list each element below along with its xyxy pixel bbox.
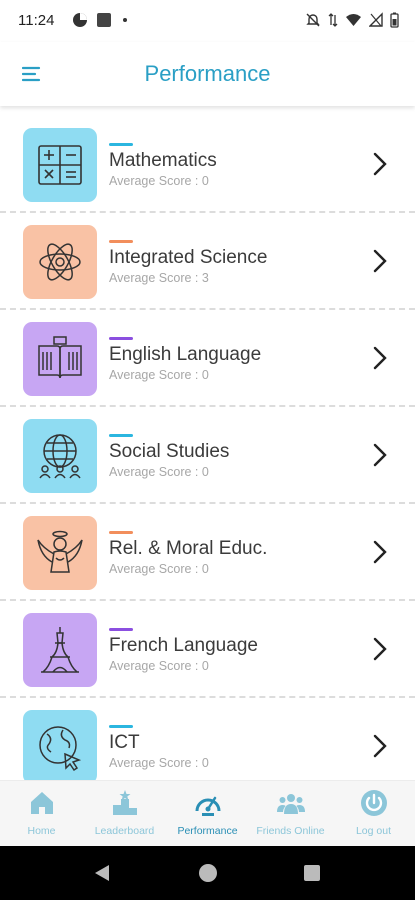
accent-bar — [109, 337, 133, 340]
subject-row-integrated-science[interactable]: Integrated Science Average Score : 3 — [0, 213, 415, 310]
angel-icon — [37, 530, 83, 573]
chevron-right-icon[interactable] — [373, 249, 387, 273]
status-time: 11:24 — [18, 12, 55, 29]
subject-row-ict[interactable]: ICT Average Score : 0 — [0, 698, 415, 780]
subject-row-mathematics[interactable]: Mathematics Average Score : 0 — [0, 116, 415, 213]
chevron-right-icon[interactable] — [373, 540, 387, 564]
power-icon — [360, 790, 387, 816]
nav-label: Friends Online — [256, 825, 325, 837]
subject-row-english-language[interactable]: English Language Average Score : 0 — [0, 310, 415, 407]
nav-home[interactable]: Home — [0, 781, 83, 846]
data-arrows-icon — [328, 13, 338, 27]
subject-score: Average Score : 3 — [109, 271, 209, 285]
home-icon — [30, 792, 53, 814]
subject-name: English Language — [109, 344, 262, 365]
subject-name: Integrated Science — [109, 247, 268, 268]
subject-name: Rel. & Moral Educ. — [109, 538, 268, 559]
page-title: Performance — [144, 61, 271, 86]
back-icon[interactable] — [94, 864, 110, 882]
subject-tile — [23, 128, 97, 202]
chevron-right-icon[interactable] — [373, 637, 387, 661]
signal-icon — [369, 12, 383, 27]
subject-tile — [23, 613, 97, 687]
subject-tile — [23, 710, 97, 780]
app-bar: Performance — [0, 42, 415, 106]
accent-bar — [109, 240, 133, 243]
atom-icon — [39, 243, 81, 281]
accent-bar — [109, 434, 133, 437]
subject-score: Average Score : 0 — [109, 465, 209, 479]
nav-leaderboard[interactable]: Leaderboard — [83, 781, 166, 846]
accent-bar — [109, 725, 133, 728]
subject-tile — [23, 225, 97, 299]
subject-row-social-studies[interactable]: Social Studies Average Score : 0 — [0, 407, 415, 504]
nav-performance[interactable]: Performance — [166, 781, 249, 846]
chevron-right-icon[interactable] — [373, 152, 387, 176]
friends-icon — [276, 794, 305, 814]
system-nav-bar — [0, 846, 415, 900]
subject-tile — [23, 322, 97, 396]
globe-people-icon — [39, 434, 81, 479]
subject-name: Mathematics — [109, 150, 217, 171]
nav-label: Leaderboard — [94, 825, 155, 837]
accent-bar — [109, 531, 133, 534]
subject-score: Average Score : 0 — [109, 562, 209, 576]
app-circle-icon — [73, 13, 87, 27]
subject-score: Average Score : 0 — [109, 174, 209, 188]
nav-friends-online[interactable]: Friends Online — [249, 781, 332, 846]
subject-score: Average Score : 0 — [109, 368, 209, 382]
subject-tile — [23, 516, 97, 590]
gauge-icon — [195, 796, 220, 816]
status-right-icons — [305, 12, 399, 28]
nav-label: Performance — [177, 825, 238, 837]
subject-row-french-language[interactable]: French Language Average Score : 0 — [0, 601, 415, 698]
dot-icon — [123, 18, 127, 22]
recents-icon[interactable] — [304, 865, 320, 881]
subject-name: French Language — [109, 635, 258, 656]
subject-tile — [23, 419, 97, 493]
app-square-icon — [97, 13, 111, 27]
leaderboard-icon — [112, 790, 137, 815]
accent-bar — [109, 143, 133, 146]
chevron-right-icon[interactable] — [373, 346, 387, 370]
math-symbols-icon — [38, 145, 82, 185]
eiffel-tower-icon — [41, 627, 79, 673]
nav-label: Home — [27, 825, 56, 837]
subject-name: ICT — [109, 732, 140, 753]
subject-score: Average Score : 0 — [109, 756, 209, 770]
subject-score: Average Score : 0 — [109, 659, 209, 673]
status-left-icons — [72, 12, 130, 28]
nav-log-out[interactable]: Log out — [332, 781, 415, 846]
chevron-right-icon[interactable] — [373, 734, 387, 758]
subject-name: Social Studies — [109, 441, 230, 462]
bottom-nav: Home Leaderboard Performance Friends Onl… — [0, 780, 415, 846]
book-icon — [38, 336, 82, 379]
subject-list: Mathematics Average Score : 0 Integrated… — [0, 116, 415, 780]
status-bar: 11:24 — [0, 0, 415, 42]
bell-off-icon — [306, 13, 320, 27]
chevron-right-icon[interactable] — [373, 443, 387, 467]
nav-label: Log out — [355, 825, 392, 837]
wifi-icon — [346, 14, 361, 26]
home-circle-icon[interactable] — [199, 864, 217, 882]
globe-cursor-icon — [39, 726, 82, 772]
accent-bar — [109, 628, 133, 631]
subject-row-rel-moral-educ[interactable]: Rel. & Moral Educ. Average Score : 0 — [0, 504, 415, 601]
battery-icon — [390, 12, 399, 28]
